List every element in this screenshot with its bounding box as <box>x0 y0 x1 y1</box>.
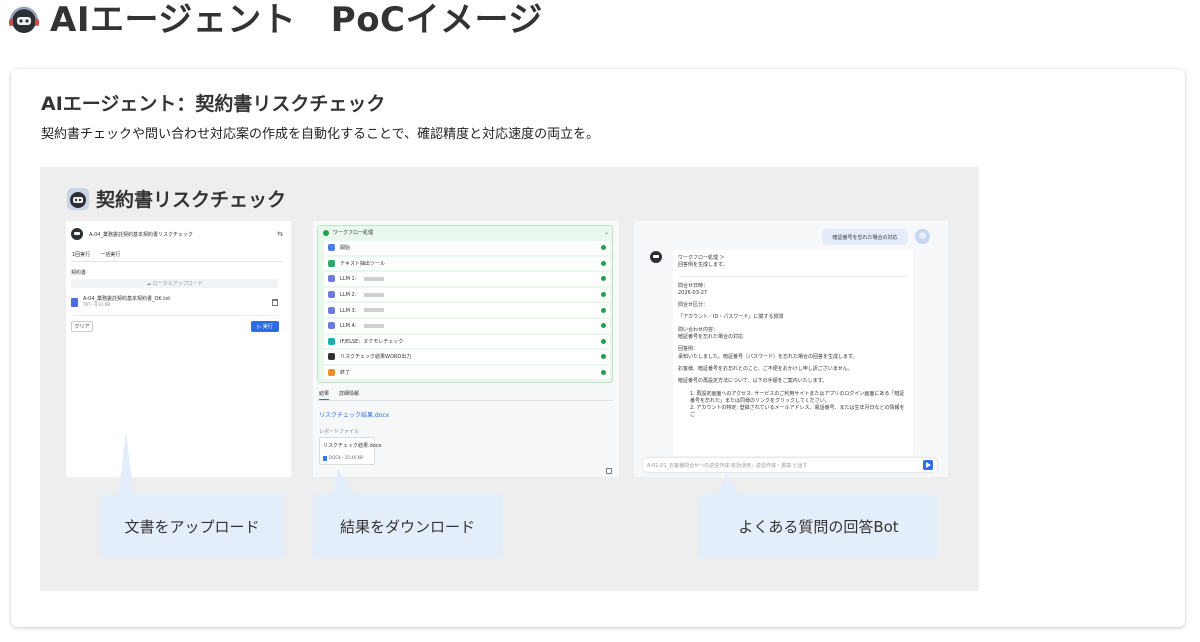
card-description: 契約書チェックや問い合わせ対応案の作成を自動化することで、確認精度と対応速度の両… <box>41 127 600 142</box>
callout-pointer <box>332 469 356 497</box>
page-header: AIエージェント PoCイメージ <box>6 0 543 40</box>
content-card: AIエージェント：契約書リスクチェック 契約書チェックや問い合わせ対応案の作成を… <box>11 69 1185 627</box>
headset-robot-icon <box>9 6 39 33</box>
callout-upload: 文書をアップロード <box>100 494 284 558</box>
callout-pointer <box>118 431 134 497</box>
callout-faq-bot: よくある質問の回答Bot <box>699 494 938 558</box>
demo-area: 契約書リスクチェック A-04_業務委託契約基本契約書リスクチェック ⇆ 1回実… <box>40 167 979 591</box>
page-title: AIエージェント PoCイメージ <box>50 0 543 40</box>
callout-download: 結果をダウンロード <box>312 494 503 558</box>
card-title: AIエージェント：契約書リスクチェック <box>41 93 386 115</box>
